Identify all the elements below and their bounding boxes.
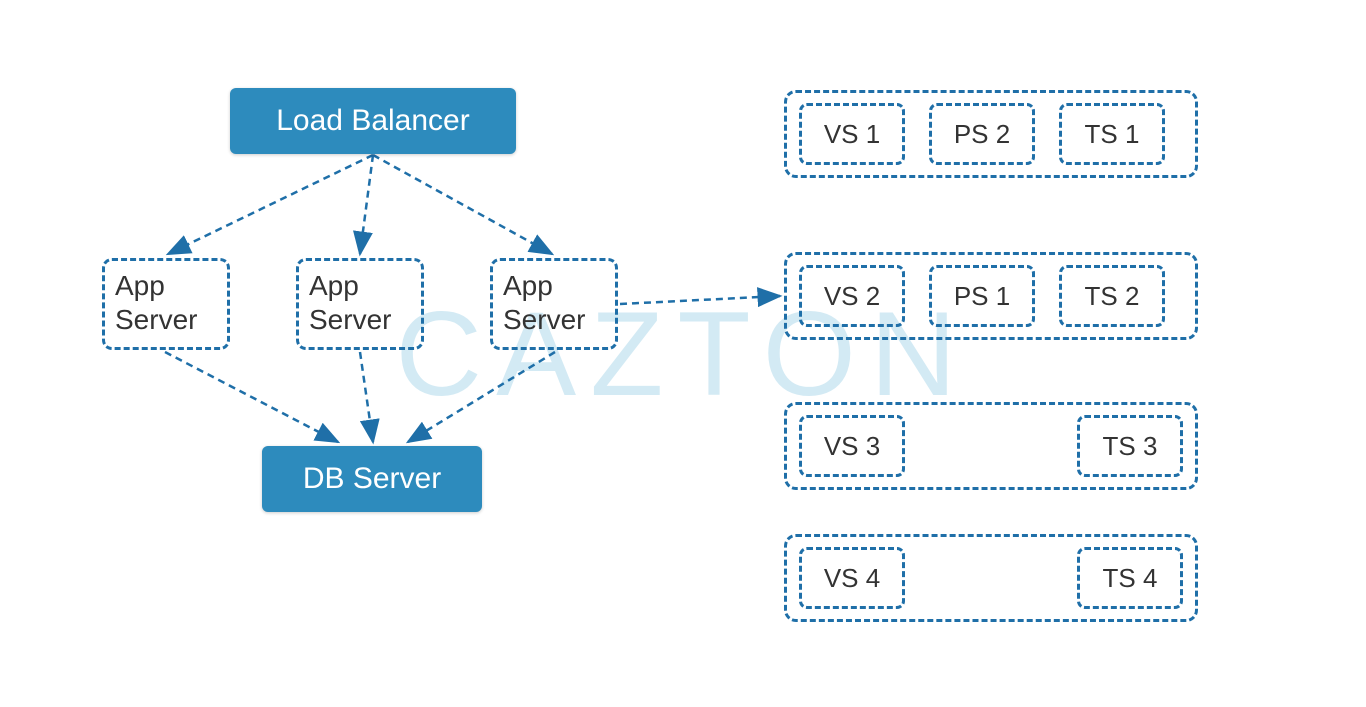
app-server-3-label: App Server	[503, 269, 605, 336]
db-server-node: DB Server	[262, 446, 482, 512]
service-row-3: VS 3 TS 3	[784, 402, 1198, 490]
cell-ps1: PS 1	[929, 265, 1035, 327]
cell-vs2: VS 2	[799, 265, 905, 327]
service-row-4: VS 4 TS 4	[784, 534, 1198, 622]
load-balancer-node: Load Balancer	[230, 88, 516, 154]
cell-ts4: TS 4	[1077, 547, 1183, 609]
service-row-1: VS 1 PS 2 TS 1	[784, 90, 1198, 178]
app-server-1: App Server	[102, 258, 230, 350]
app-server-3: App Server	[490, 258, 618, 350]
cell-ts1: TS 1	[1059, 103, 1165, 165]
app-server-1-label: App Server	[115, 269, 217, 336]
cell-ts3: TS 3	[1077, 415, 1183, 477]
cell-vs1: VS 1	[799, 103, 905, 165]
cell-ps2: PS 2	[929, 103, 1035, 165]
cell-ts2: TS 2	[1059, 265, 1165, 327]
cell-vs3: VS 3	[799, 415, 905, 477]
service-row-2: VS 2 PS 1 TS 2	[784, 252, 1198, 340]
app-server-2-label: App Server	[309, 269, 411, 336]
app-server-2: App Server	[296, 258, 424, 350]
cell-vs4: VS 4	[799, 547, 905, 609]
